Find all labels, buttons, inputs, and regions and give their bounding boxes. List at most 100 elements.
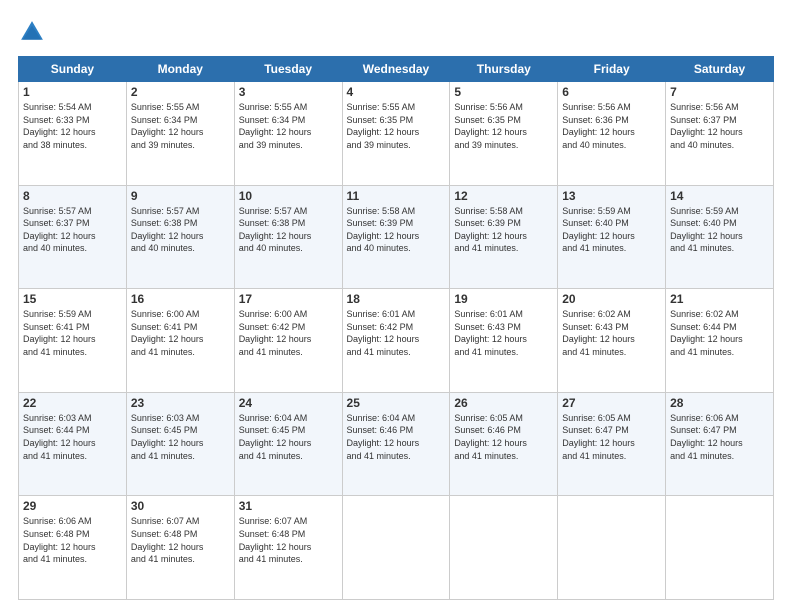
- day-info: Sunrise: 6:04 AM Sunset: 6:45 PM Dayligh…: [239, 412, 338, 462]
- calendar-day-2: 2 Sunrise: 5:55 AM Sunset: 6:34 PM Daylig…: [126, 82, 234, 186]
- calendar-day-12: 12 Sunrise: 5:58 AM Sunset: 6:39 PM Dayli…: [450, 185, 558, 289]
- day-number: 7: [670, 85, 769, 99]
- weekday-header-tuesday: Tuesday: [234, 57, 342, 82]
- day-info: Sunrise: 6:03 AM Sunset: 6:44 PM Dayligh…: [23, 412, 122, 462]
- weekday-header-monday: Monday: [126, 57, 234, 82]
- header: [18, 18, 774, 46]
- day-number: 5: [454, 85, 553, 99]
- day-number: 6: [562, 85, 661, 99]
- day-number: 21: [670, 292, 769, 306]
- empty-cell: [342, 496, 450, 600]
- calendar-day-23: 23 Sunrise: 6:03 AM Sunset: 6:45 PM Dayli…: [126, 392, 234, 496]
- calendar-day-29: 29 Sunrise: 6:06 AM Sunset: 6:48 PM Dayli…: [19, 496, 127, 600]
- calendar-day-6: 6 Sunrise: 5:56 AM Sunset: 6:36 PM Daylig…: [558, 82, 666, 186]
- calendar-day-9: 9 Sunrise: 5:57 AM Sunset: 6:38 PM Daylig…: [126, 185, 234, 289]
- calendar-day-7: 7 Sunrise: 5:56 AM Sunset: 6:37 PM Daylig…: [666, 82, 774, 186]
- empty-cell: [558, 496, 666, 600]
- day-info: Sunrise: 5:56 AM Sunset: 6:37 PM Dayligh…: [670, 101, 769, 151]
- day-number: 2: [131, 85, 230, 99]
- day-info: Sunrise: 6:05 AM Sunset: 6:47 PM Dayligh…: [562, 412, 661, 462]
- calendar-day-20: 20 Sunrise: 6:02 AM Sunset: 6:43 PM Dayli…: [558, 289, 666, 393]
- calendar-day-30: 30Sunrise: 6:07 AM Sunset: 6:48 PM Dayli…: [126, 496, 234, 600]
- weekday-header-sunday: Sunday: [19, 57, 127, 82]
- day-number: 26: [454, 396, 553, 410]
- day-info: Sunrise: 5:54 AM Sunset: 6:33 PM Dayligh…: [23, 101, 122, 151]
- day-number: 27: [562, 396, 661, 410]
- day-number: 31: [239, 499, 338, 513]
- day-info: Sunrise: 5:59 AM Sunset: 6:40 PM Dayligh…: [670, 205, 769, 255]
- calendar-day-3: 3Sunrise: 5:55 AM Sunset: 6:34 PM Daylig…: [234, 82, 342, 186]
- day-number: 19: [454, 292, 553, 306]
- day-info: Sunrise: 5:59 AM Sunset: 6:41 PM Dayligh…: [23, 308, 122, 358]
- day-number: 18: [347, 292, 446, 306]
- calendar-day-17: 17Sunrise: 6:00 AM Sunset: 6:42 PM Dayli…: [234, 289, 342, 393]
- day-info: Sunrise: 6:00 AM Sunset: 6:41 PM Dayligh…: [131, 308, 230, 358]
- calendar-day-26: 26 Sunrise: 6:05 AM Sunset: 6:46 PM Dayli…: [450, 392, 558, 496]
- day-info: Sunrise: 6:04 AM Sunset: 6:46 PM Dayligh…: [347, 412, 446, 462]
- day-number: 29: [23, 499, 122, 513]
- day-info: Sunrise: 5:59 AM Sunset: 6:40 PM Dayligh…: [562, 205, 661, 255]
- day-info: Sunrise: 5:55 AM Sunset: 6:35 PM Dayligh…: [347, 101, 446, 151]
- day-info: Sunrise: 6:02 AM Sunset: 6:43 PM Dayligh…: [562, 308, 661, 358]
- day-number: 14: [670, 189, 769, 203]
- calendar-week-4: 22 Sunrise: 6:03 AM Sunset: 6:44 PM Dayli…: [19, 392, 774, 496]
- empty-cell: [666, 496, 774, 600]
- weekday-header-wednesday: Wednesday: [342, 57, 450, 82]
- calendar-day-31: 31 Sunrise: 6:07 AM Sunset: 6:48 PM Dayli…: [234, 496, 342, 600]
- day-info: Sunrise: 5:55 AM Sunset: 6:34 PM Dayligh…: [131, 101, 230, 151]
- calendar-day-22: 22 Sunrise: 6:03 AM Sunset: 6:44 PM Dayli…: [19, 392, 127, 496]
- calendar-day-16: 16Sunrise: 6:00 AM Sunset: 6:41 PM Dayli…: [126, 289, 234, 393]
- calendar-week-3: 15 Sunrise: 5:59 AM Sunset: 6:41 PM Dayli…: [19, 289, 774, 393]
- day-info: Sunrise: 6:07 AM Sunset: 6:48 PM Dayligh…: [131, 515, 230, 565]
- calendar-day-24: 24 Sunrise: 6:04 AM Sunset: 6:45 PM Dayli…: [234, 392, 342, 496]
- calendar-day-10: 10 Sunrise: 5:57 AM Sunset: 6:38 PM Dayli…: [234, 185, 342, 289]
- calendar-week-1: 1 Sunrise: 5:54 AM Sunset: 6:33 PM Daylig…: [19, 82, 774, 186]
- weekday-header-friday: Friday: [558, 57, 666, 82]
- day-info: Sunrise: 6:01 AM Sunset: 6:43 PM Dayligh…: [454, 308, 553, 358]
- day-number: 15: [23, 292, 122, 306]
- day-number: 24: [239, 396, 338, 410]
- day-info: Sunrise: 5:57 AM Sunset: 6:38 PM Dayligh…: [131, 205, 230, 255]
- calendar-week-5: 29 Sunrise: 6:06 AM Sunset: 6:48 PM Dayli…: [19, 496, 774, 600]
- day-number: 3: [239, 85, 338, 99]
- calendar-table: SundayMondayTuesdayWednesdayThursdayFrid…: [18, 56, 774, 600]
- calendar-day-14: 14 Sunrise: 5:59 AM Sunset: 6:40 PM Dayli…: [666, 185, 774, 289]
- day-info: Sunrise: 5:58 AM Sunset: 6:39 PM Dayligh…: [347, 205, 446, 255]
- calendar-day-15: 15 Sunrise: 5:59 AM Sunset: 6:41 PM Dayli…: [19, 289, 127, 393]
- day-info: Sunrise: 6:05 AM Sunset: 6:46 PM Dayligh…: [454, 412, 553, 462]
- calendar-day-13: 13Sunrise: 5:59 AM Sunset: 6:40 PM Dayli…: [558, 185, 666, 289]
- weekday-header-saturday: Saturday: [666, 57, 774, 82]
- day-info: Sunrise: 5:57 AM Sunset: 6:37 PM Dayligh…: [23, 205, 122, 255]
- day-number: 1: [23, 85, 122, 99]
- day-info: Sunrise: 6:06 AM Sunset: 6:47 PM Dayligh…: [670, 412, 769, 462]
- day-number: 20: [562, 292, 661, 306]
- day-info: Sunrise: 6:01 AM Sunset: 6:42 PM Dayligh…: [347, 308, 446, 358]
- calendar-day-4: 4Sunrise: 5:55 AM Sunset: 6:35 PM Daylig…: [342, 82, 450, 186]
- calendar-day-5: 5 Sunrise: 5:56 AM Sunset: 6:35 PM Daylig…: [450, 82, 558, 186]
- day-info: Sunrise: 5:56 AM Sunset: 6:35 PM Dayligh…: [454, 101, 553, 151]
- day-info: Sunrise: 5:58 AM Sunset: 6:39 PM Dayligh…: [454, 205, 553, 255]
- calendar-day-21: 21Sunrise: 6:02 AM Sunset: 6:44 PM Dayli…: [666, 289, 774, 393]
- day-info: Sunrise: 6:03 AM Sunset: 6:45 PM Dayligh…: [131, 412, 230, 462]
- day-number: 9: [131, 189, 230, 203]
- calendar-day-1: 1 Sunrise: 5:54 AM Sunset: 6:33 PM Daylig…: [19, 82, 127, 186]
- calendar-day-18: 18 Sunrise: 6:01 AM Sunset: 6:42 PM Dayli…: [342, 289, 450, 393]
- day-number: 12: [454, 189, 553, 203]
- weekday-header-thursday: Thursday: [450, 57, 558, 82]
- logo-icon: [18, 18, 46, 46]
- day-info: Sunrise: 5:57 AM Sunset: 6:38 PM Dayligh…: [239, 205, 338, 255]
- logo: [18, 18, 50, 46]
- day-number: 25: [347, 396, 446, 410]
- day-number: 22: [23, 396, 122, 410]
- weekday-header-row: SundayMondayTuesdayWednesdayThursdayFrid…: [19, 57, 774, 82]
- day-info: Sunrise: 6:06 AM Sunset: 6:48 PM Dayligh…: [23, 515, 122, 565]
- day-info: Sunrise: 6:07 AM Sunset: 6:48 PM Dayligh…: [239, 515, 338, 565]
- calendar-day-25: 25 Sunrise: 6:04 AM Sunset: 6:46 PM Dayli…: [342, 392, 450, 496]
- day-info: Sunrise: 5:56 AM Sunset: 6:36 PM Dayligh…: [562, 101, 661, 151]
- empty-cell: [450, 496, 558, 600]
- calendar-day-8: 8Sunrise: 5:57 AM Sunset: 6:37 PM Daylig…: [19, 185, 127, 289]
- day-number: 23: [131, 396, 230, 410]
- day-number: 11: [347, 189, 446, 203]
- day-number: 10: [239, 189, 338, 203]
- day-info: Sunrise: 6:00 AM Sunset: 6:42 PM Dayligh…: [239, 308, 338, 358]
